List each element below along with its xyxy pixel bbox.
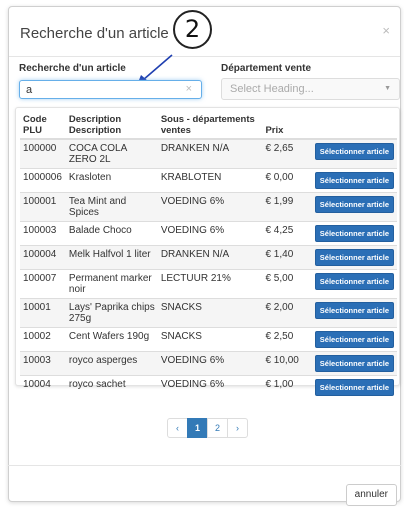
column-header-price: Prix [262,113,312,140]
cell-subdepartment: DRANKEN N/A [157,245,263,270]
close-icon[interactable]: × [382,23,390,38]
cell-subdepartment: KRABLOTEN [157,168,263,193]
cell-code: 1000006 [20,168,66,193]
cell-action: Sélectionner article [311,269,397,299]
cell-price: € 1,99 [262,192,312,222]
select-article-button[interactable]: Sélectionner article [314,249,394,266]
table-row: 10001 Lays' Paprika chips 275g SNACKS € 2,0… [20,298,397,328]
select-article-button[interactable]: Sélectionner article [314,172,394,189]
cell-price: € 4,25 [262,221,312,246]
cell-subdepartment: VOEDING 6% [157,192,263,222]
cell-price: € 0,00 [262,168,312,193]
table-row: 100004 Melk Halfvol 1 liter DRANKEN N/A € 1… [20,245,397,270]
cell-description: royco sachet [65,375,158,399]
cell-code: 100004 [20,245,66,270]
table-row: 10002 Cent Wafers 190g SNACKS € 2,50 Sélecti… [20,327,397,352]
department-label: Département vente [221,63,312,74]
select-article-button[interactable]: Sélectionner article [314,379,394,396]
table-row: 100000 COCA COLA ZERO 2L DRANKEN N/A € 2,65… [20,138,397,169]
cell-description: Tea Mint and Spices [65,192,158,222]
cell-subdepartment: VOEDING 6% [157,221,263,246]
select-article-button[interactable]: Sélectionner article [314,196,394,213]
cancel-button[interactable]: annuler [345,484,397,506]
cell-code: 10004 [20,375,66,399]
department-select[interactable]: Select Heading... ▼ [221,78,400,100]
cell-code: 100007 [20,269,66,299]
cell-action: Sélectionner article [311,245,397,270]
cell-description: Krasloten [65,168,158,193]
select-article-button[interactable]: Sélectionner article [314,355,394,372]
cell-action: Sélectionner article [311,221,397,246]
table-row: 100001 Tea Mint and Spices VOEDING 6% € 1,9… [20,192,397,222]
column-header-subdepartment: Sous - départements ventes [157,113,263,140]
results-panel: Code PLU Description Description Sous - … [15,107,400,399]
cell-price: € 2,00 [262,298,312,328]
cell-subdepartment: VOEDING 6% [157,351,263,376]
cell-subdepartment: VOEDING 6% [157,375,263,399]
cell-price: € 1,40 [262,245,312,270]
pagination: ‹ 1 2 › [167,418,248,438]
column-header-description: Description Description [65,113,158,140]
cell-code: 10002 [20,327,66,352]
select-article-button[interactable]: Sélectionner article [314,302,394,319]
select-article-button[interactable]: Sélectionner article [314,331,394,348]
cell-subdepartment: DRANKEN N/A [157,138,263,169]
clear-icon[interactable]: × [186,83,192,95]
select-article-button[interactable]: Sélectionner article [314,273,394,290]
pagination-page-1[interactable]: 1 [187,418,208,438]
cell-action: Sélectionner article [311,192,397,222]
table-row: 1000006 Krasloten KRABLOTEN € 0,00 Sélection… [20,168,397,193]
cell-description: COCA COLA ZERO 2L [65,138,158,169]
cell-subdepartment: LECTUUR 21% [157,269,263,299]
cell-action: Sélectionner article [311,375,397,399]
cell-subdepartment: SNACKS [157,298,263,328]
cell-description: Balade Choco [65,221,158,246]
cell-description: Lays' Paprika chips 275g [65,298,158,328]
cell-code: 100000 [20,138,66,169]
column-header-code: Code PLU [20,113,66,140]
modal-title: Recherche d'un article [20,25,169,42]
modal-footer: annuler [8,465,401,506]
table-row: 10004 royco sachet VOEDING 6% € 1,00 Sélecti… [20,375,397,399]
department-placeholder: Select Heading... [230,83,314,95]
cell-description: royco asperges [65,351,158,376]
cell-code: 10003 [20,351,66,376]
cell-code: 100003 [20,221,66,246]
cell-description: Cent Wafers 190g [65,327,158,352]
select-article-button[interactable]: Sélectionner article [314,225,394,242]
select-article-button[interactable]: Sélectionner article [314,143,394,160]
table-header-row: Code PLU Description Description Sous - … [20,113,397,140]
cell-code: 10001 [20,298,66,328]
annotation-number-badge: 2 [173,10,212,49]
cell-price: € 1,00 [262,375,312,399]
table-row: 10003 royco asperges VOEDING 6% € 10,00 Séle… [20,351,397,376]
search-label: Recherche d'un article [19,63,126,74]
table-row: 100003 Balade Choco VOEDING 6% € 4,25 Sélect… [20,221,397,246]
cell-action: Sélectionner article [311,351,397,376]
cell-price: € 2,50 [262,327,312,352]
cell-action: Sélectionner article [311,327,397,352]
cell-subdepartment: SNACKS [157,327,263,352]
cell-description: Melk Halfvol 1 liter [65,245,158,270]
results-table: Code PLU Description Description Sous - … [20,113,397,399]
pagination-page-2[interactable]: 2 [207,418,228,438]
pagination-next[interactable]: › [227,418,248,438]
cell-price: € 5,00 [262,269,312,299]
column-header-action [311,113,397,140]
cell-description: Permanent marker noir [65,269,158,299]
search-value: a [26,84,33,96]
caret-down-icon: ▼ [384,85,391,92]
cell-action: Sélectionner article [311,168,397,193]
cell-action: Sélectionner article [311,298,397,328]
search-input[interactable]: a × [19,80,202,99]
cell-price: € 10,00 [262,351,312,376]
cell-price: € 2,65 [262,138,312,169]
cell-code: 100001 [20,192,66,222]
table-row: 100007 Permanent marker noir LECTUUR 21% € … [20,269,397,299]
cell-action: Sélectionner article [311,138,397,169]
pagination-prev[interactable]: ‹ [167,418,188,438]
